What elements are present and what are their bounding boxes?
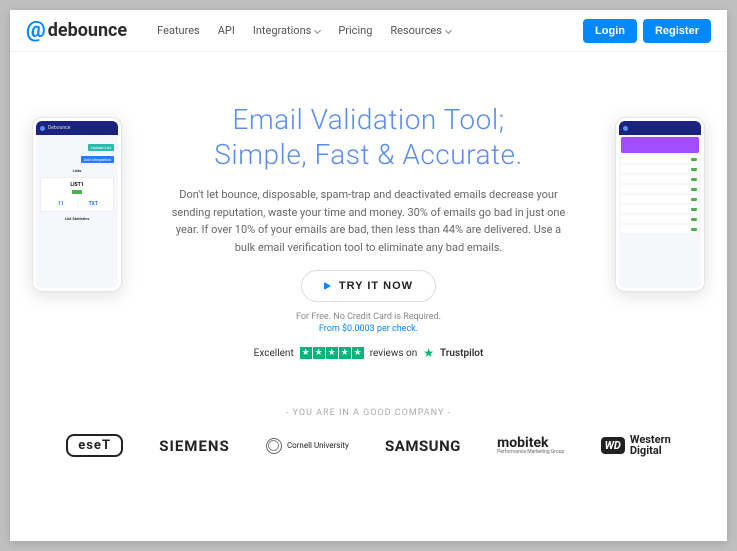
trust-brand: Trustpilot: [440, 348, 483, 359]
trustpilot-rating[interactable]: Excellent ★★★★★ reviews on ★ Trustpilot: [10, 346, 727, 360]
trust-prefix: Excellent: [254, 348, 294, 359]
main-nav: Features API Integrations Pricing Resour…: [157, 24, 451, 37]
hero-description: Don't let bounce, disposable, spam-trap …: [169, 186, 569, 256]
cta-subtext-free: For Free. No Credit Card is Required.: [10, 312, 727, 322]
company-logos: eseT SIEMENS Cornell University SAMSUNG …: [10, 434, 727, 457]
hero-section: Debounce Upload List Add Integration Lis…: [10, 52, 727, 378]
logo-eset: eseT: [66, 434, 123, 457]
header: @ debounce Features API Integrations Pri…: [10, 10, 727, 52]
logo-cornell: Cornell University: [266, 438, 349, 454]
phone-mockup-left: Debounce Upload List Add Integration Lis…: [32, 117, 122, 292]
play-icon: [324, 282, 331, 290]
logo-mobitek: mobitek Performance Marketing Group: [497, 437, 564, 454]
logo-western-digital: WD WesternDigital: [601, 435, 671, 456]
cornell-seal-icon: [266, 438, 282, 454]
nav-api[interactable]: API: [218, 24, 235, 37]
nav-features[interactable]: Features: [157, 24, 200, 37]
chevron-down-icon: [445, 26, 452, 33]
stars-icon: ★★★★★: [300, 347, 364, 359]
nav-resources[interactable]: Resources: [390, 24, 451, 37]
logo-siemens: SIEMENS: [159, 437, 229, 455]
chevron-down-icon: [314, 26, 321, 33]
trustpilot-star-icon: ★: [423, 346, 434, 360]
logo-samsung: SAMSUNG: [385, 437, 461, 455]
company-section: - YOU ARE IN A GOOD COMPANY - eseT SIEME…: [10, 408, 727, 457]
logo[interactable]: @ debounce: [26, 18, 127, 43]
trust-suffix: reviews on: [370, 348, 418, 359]
nav-pricing[interactable]: Pricing: [338, 24, 372, 37]
logo-at-icon: @: [26, 18, 46, 43]
logo-text: debounce: [48, 20, 127, 41]
register-button[interactable]: Register: [643, 19, 711, 43]
cta-subtext-price: From $0.0003 per check.: [10, 324, 727, 334]
login-button[interactable]: Login: [583, 19, 637, 43]
nav-integrations[interactable]: Integrations: [253, 24, 320, 37]
try-it-now-button[interactable]: TRY IT NOW: [301, 270, 436, 302]
company-heading: - YOU ARE IN A GOOD COMPANY -: [10, 408, 727, 418]
phone-mockup-right: [615, 117, 705, 292]
